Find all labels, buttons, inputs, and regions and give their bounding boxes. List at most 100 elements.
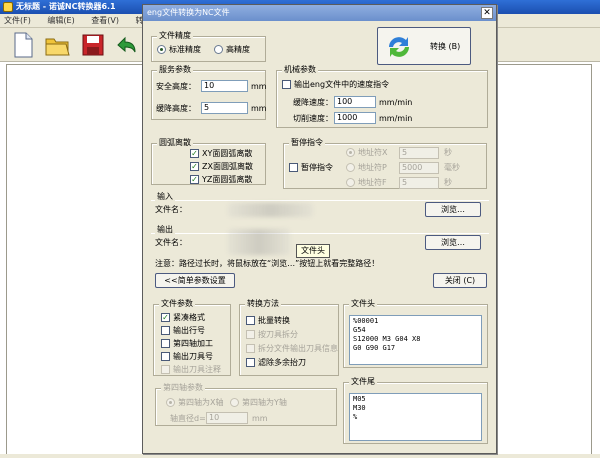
file-head-line: G54 bbox=[353, 326, 366, 334]
menu-file[interactable]: 文件(F) bbox=[4, 16, 31, 25]
file-head-line: G0 G90 G17 bbox=[353, 344, 396, 352]
file-head-group: 文件头 %00001 G54 S12000 M3 G04 X8 G0 G90 G… bbox=[343, 299, 488, 368]
pause-cmd-group: 暂停指令 暂停指令 地址符X 5 秒 地址符P 5000 毫秒 地址符F 5 秒 bbox=[283, 138, 487, 189]
input-section-title: 输入 bbox=[155, 192, 175, 202]
axis-diameter-unit: mm bbox=[252, 414, 268, 423]
precision-group: 文件精度 标准精度 高精度 bbox=[151, 31, 266, 62]
slow-speed-unit: mm/min bbox=[379, 98, 413, 107]
path-note-text: 注意：路径过长时，将鼠标放在“浏览…”按钮上就看完整路径！ bbox=[155, 259, 380, 268]
addr-x-radio[interactable] bbox=[346, 148, 355, 157]
compact-format-label: 紧凑格式 bbox=[173, 313, 205, 322]
split-file-label: 拆分文件输出刀具信息 bbox=[258, 344, 338, 353]
output-speed-label: 输出eng文件中的速度指令 bbox=[294, 80, 390, 89]
safe-height-unit: mm bbox=[251, 82, 267, 91]
menu-view[interactable]: 查看(V) bbox=[91, 16, 119, 25]
axis-diameter-input[interactable]: 10 bbox=[206, 412, 248, 424]
yz-arc-checkbox[interactable] bbox=[190, 175, 199, 184]
xy-arc-label: XY面圆弧离散 bbox=[202, 149, 253, 158]
machine-params-title: 机械参数 bbox=[282, 65, 318, 75]
addr-f-input[interactable]: 5 bbox=[399, 177, 439, 189]
save-disk-icon[interactable] bbox=[80, 31, 106, 59]
close-dialog-button[interactable]: 关闭 (C) bbox=[433, 273, 487, 288]
dialog-title-bar: eng文件转换为NC文件 ✕ bbox=[143, 5, 496, 21]
addr-p-input[interactable]: 5000 bbox=[399, 162, 439, 174]
fourth-axis-label: 第四轴加工 bbox=[173, 339, 213, 348]
convert-button-label: 转换 (B) bbox=[430, 42, 461, 51]
input-browse-button[interactable]: 浏览… bbox=[425, 202, 481, 217]
cut-speed-input[interactable]: 1000 bbox=[334, 112, 376, 124]
addr-p-radio[interactable] bbox=[346, 163, 355, 172]
tool-note-checkbox[interactable] bbox=[161, 365, 170, 374]
safe-height-label: 安全高度： bbox=[156, 82, 196, 91]
menu-edit[interactable]: 编辑(E) bbox=[47, 16, 74, 25]
pause-cmd-checkbox[interactable] bbox=[289, 163, 298, 172]
service-params-title: 服务参数 bbox=[157, 65, 193, 75]
tool-no-label: 输出刀具号 bbox=[173, 352, 213, 361]
file-head-line: %00001 bbox=[353, 317, 379, 325]
open-folder-icon[interactable] bbox=[44, 31, 70, 59]
high-precision-radio[interactable] bbox=[214, 45, 223, 54]
file-tail-line: % bbox=[353, 413, 358, 421]
slow-height-input[interactable]: 5 bbox=[201, 102, 248, 114]
addr-p-label: 地址符P bbox=[358, 163, 387, 172]
batch-convert-label: 批量转换 bbox=[258, 316, 290, 325]
dialog-title: eng文件转换为NC文件 bbox=[147, 8, 230, 17]
addr-f-label: 地址符F bbox=[358, 178, 387, 187]
refresh-arrows-icon bbox=[389, 37, 409, 57]
status-strip bbox=[0, 454, 600, 458]
arc-discrete-title: 圆弧离散 bbox=[157, 138, 193, 148]
slow-height-label: 缓降高度： bbox=[156, 104, 196, 113]
yz-arc-label: YZ面圆弧离散 bbox=[202, 175, 253, 184]
precision-group-title: 文件精度 bbox=[157, 31, 193, 41]
line-no-checkbox[interactable] bbox=[161, 326, 170, 335]
input-divider bbox=[151, 200, 489, 201]
fourth-axis-x-radio[interactable] bbox=[166, 398, 175, 407]
file-tail-textarea[interactable]: M05 M30 % bbox=[349, 393, 482, 441]
addr-f-unit: 秒 bbox=[444, 178, 452, 187]
xy-arc-checkbox[interactable] bbox=[190, 149, 199, 158]
standard-precision-radio[interactable] bbox=[157, 45, 166, 54]
addr-f-radio[interactable] bbox=[346, 178, 355, 187]
split-file-checkbox[interactable] bbox=[246, 344, 255, 353]
split-tool-checkbox[interactable] bbox=[246, 330, 255, 339]
filter-lift-label: 滤除多余抬刀 bbox=[258, 358, 306, 367]
output-filename-value-blurred bbox=[228, 229, 290, 255]
file-tail-title: 文件尾 bbox=[349, 377, 377, 387]
axis-diameter-label: 轴直径d= bbox=[170, 414, 206, 423]
file-params-title: 文件参数 bbox=[159, 299, 195, 309]
high-precision-label: 高精度 bbox=[226, 45, 250, 54]
simple-params-button[interactable]: <<简单参数设置 bbox=[155, 273, 235, 288]
output-browse-button[interactable]: 浏览… bbox=[425, 235, 481, 250]
addr-x-unit: 秒 bbox=[444, 148, 452, 157]
file-head-title: 文件头 bbox=[349, 299, 377, 309]
fourth-axis-y-label: 第四轴为Y轴 bbox=[242, 398, 287, 407]
file-tail-group: 文件尾 M05 M30 % bbox=[343, 377, 488, 444]
addr-x-input[interactable]: 5 bbox=[399, 147, 439, 159]
slow-speed-label: 缓降速度： bbox=[293, 98, 333, 107]
slow-height-unit: mm bbox=[251, 104, 267, 113]
compact-format-checkbox[interactable] bbox=[161, 313, 170, 322]
input-filename-label: 文件名： bbox=[155, 205, 187, 214]
zx-arc-checkbox[interactable] bbox=[190, 162, 199, 171]
new-file-icon[interactable] bbox=[10, 31, 36, 59]
addr-x-label: 地址符X bbox=[358, 148, 388, 157]
output-speed-checkbox[interactable] bbox=[282, 80, 291, 89]
slow-speed-input[interactable]: 100 bbox=[334, 96, 376, 108]
convert-dialog: eng文件转换为NC文件 ✕ 文件精度 标准精度 高精度 转换 (B) 服务参数… bbox=[142, 4, 497, 454]
convert-method-title: 转换方法 bbox=[245, 299, 281, 309]
convert-button[interactable]: 转换 (B) bbox=[377, 27, 471, 65]
file-header-tooltip: 文件头 bbox=[296, 244, 330, 258]
tool-no-checkbox[interactable] bbox=[161, 352, 170, 361]
batch-convert-checkbox[interactable] bbox=[246, 316, 255, 325]
cut-speed-label: 切削速度： bbox=[293, 114, 333, 123]
close-icon[interactable]: ✕ bbox=[481, 7, 493, 19]
file-head-textarea[interactable]: %00001 G54 S12000 M3 G04 X8 G0 G90 G17 bbox=[349, 315, 482, 365]
fourth-axis-y-radio[interactable] bbox=[230, 398, 239, 407]
filter-lift-checkbox[interactable] bbox=[246, 358, 255, 367]
undo-arrow-icon[interactable] bbox=[112, 31, 138, 59]
file-head-line: S12000 M3 G04 X8 bbox=[353, 335, 421, 343]
fourth-axis-checkbox[interactable] bbox=[161, 339, 170, 348]
split-tool-label: 按刀具拆分 bbox=[258, 330, 298, 339]
app-icon bbox=[3, 2, 13, 12]
safe-height-input[interactable]: 10 bbox=[201, 80, 248, 92]
